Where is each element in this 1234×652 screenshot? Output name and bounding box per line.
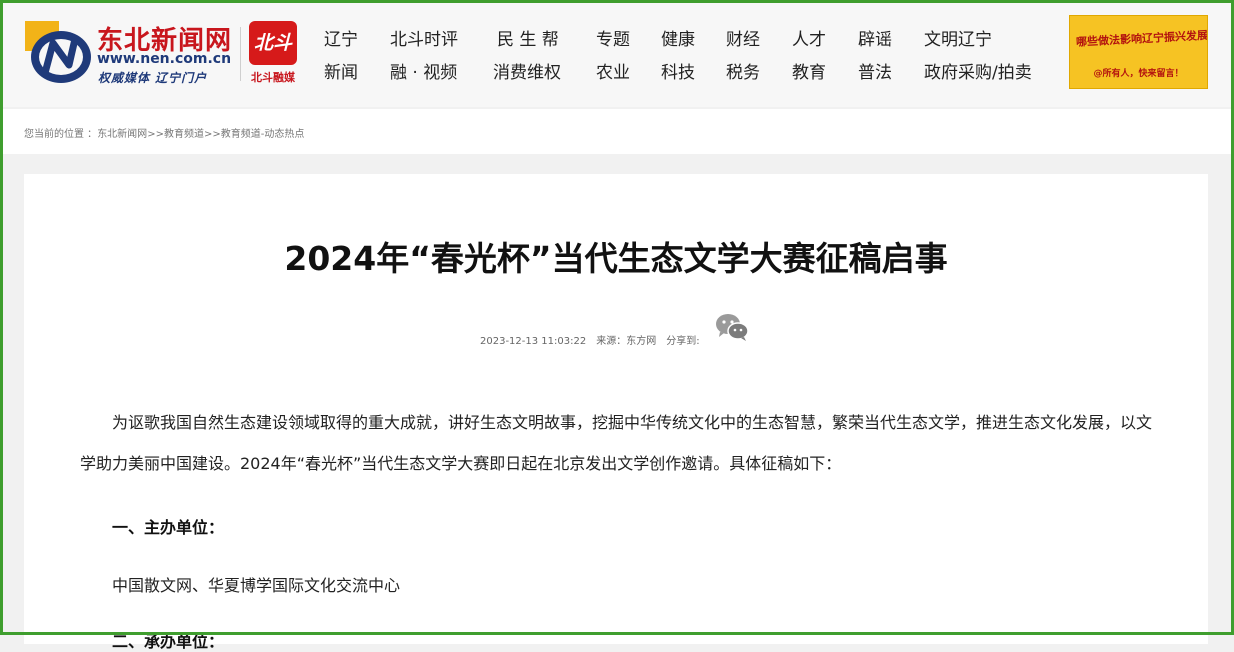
site-header: 东北新闻网 www.nen.com.cn 权威媒体 辽宁门户 北斗 北斗融媒 辽…	[3, 3, 1231, 107]
article-meta: 2023-12-13 11:03:22 来源：东方网 分享到:	[480, 332, 710, 347]
article-datetime: 2023-12-13 11:03:22	[480, 336, 587, 347]
nav-item-agriculture[interactable]: 农业	[596, 58, 630, 83]
breadcrumb: 您当前的位置 ：东北新闻网>>教育频道>>教育频道-动态热点	[24, 125, 304, 140]
logo-divider	[240, 27, 241, 81]
article-intro: 为讴歌我国自然生态建设领域取得的重大成就，讲好生态文明故事，挖掘中华传统文化中的…	[80, 413, 1153, 473]
breadcrumb-link-home[interactable]: 东北新闻网	[97, 129, 147, 140]
nav-item-news[interactable]: 新闻	[324, 58, 358, 83]
nav-item-video[interactable]: 融 · 视频	[390, 58, 457, 83]
beidou-label: 北斗融媒	[251, 71, 295, 84]
nav-item-talent[interactable]: 人才	[792, 25, 826, 50]
nav-item-liaoning[interactable]: 辽宁	[324, 25, 358, 50]
nav-item-procurement[interactable]: 政府采购/拍卖	[924, 58, 1032, 83]
article-source: 来源：东方网	[596, 336, 657, 347]
article-card: 2024年“春光杯”当代生态文学大赛征稿启事 2023-12-13 11:03:…	[24, 174, 1208, 651]
brand-url: www.nen.com.cn	[97, 51, 232, 67]
share-label: 分享到:	[666, 336, 700, 347]
nen-logo-icon	[25, 21, 91, 83]
nav-item-rumor[interactable]: 辟谣	[858, 25, 892, 50]
beidou-logo[interactable]: 北斗 北斗融媒	[249, 21, 297, 87]
nav-item-beidou-commentary[interactable]: 北斗时评	[390, 25, 458, 50]
brand-slogan: 权威媒体 辽宁门户	[98, 71, 208, 85]
section-body-organizer: 中国散文网、华夏博学国际文化交流中心	[112, 576, 401, 595]
breadcrumb-separator: >>	[203, 129, 221, 140]
nav-item-tax[interactable]: 税务	[726, 58, 760, 83]
breadcrumb-bar: 您当前的位置 ：东北新闻网>>教育频道>>教育频道-动态热点	[3, 109, 1231, 154]
breadcrumb-link-education[interactable]: 教育频道	[164, 129, 204, 140]
beidou-mark-icon: 北斗	[249, 21, 297, 65]
section-heading-undertaker: 二、承办单位：	[112, 632, 225, 651]
nav-item-health[interactable]: 健康	[661, 25, 695, 50]
breadcrumb-separator: >>	[147, 129, 164, 140]
site-logo[interactable]: 东北新闻网 www.nen.com.cn 权威媒体 辽宁门户	[23, 17, 233, 89]
banner-ad[interactable]: 哪些做法影响辽宁振兴发展？ @所有人，快来留言！	[1069, 15, 1208, 89]
ad-tagline: @所有人，快来留言！	[1093, 69, 1184, 79]
nav-item-finance[interactable]: 财经	[726, 25, 760, 50]
section-heading-organizer: 一、主办单位：	[112, 518, 225, 537]
breadcrumb-prefix: 您当前的位置 ：	[24, 129, 98, 140]
breadcrumb-link-hot-news[interactable]: 教育频道-动态热点	[221, 129, 305, 140]
ad-headline: 哪些做法影响辽宁振兴发展？	[1075, 28, 1208, 49]
article-title: 2024年“春光杯”当代生态文学大赛征稿启事	[284, 239, 948, 278]
nav-item-law[interactable]: 普法	[858, 58, 892, 83]
nav-item-livelihood[interactable]: 民 生 帮	[497, 25, 559, 50]
wechat-icon[interactable]	[714, 312, 750, 342]
nav-item-education[interactable]: 教育	[792, 58, 826, 83]
nav-item-consumer-rights[interactable]: 消费维权	[493, 58, 561, 83]
nav-item-civilized-liaoning[interactable]: 文明辽宁	[924, 25, 992, 50]
nav-item-technology[interactable]: 科技	[661, 58, 695, 83]
nav-item-topics[interactable]: 专题	[596, 25, 630, 50]
